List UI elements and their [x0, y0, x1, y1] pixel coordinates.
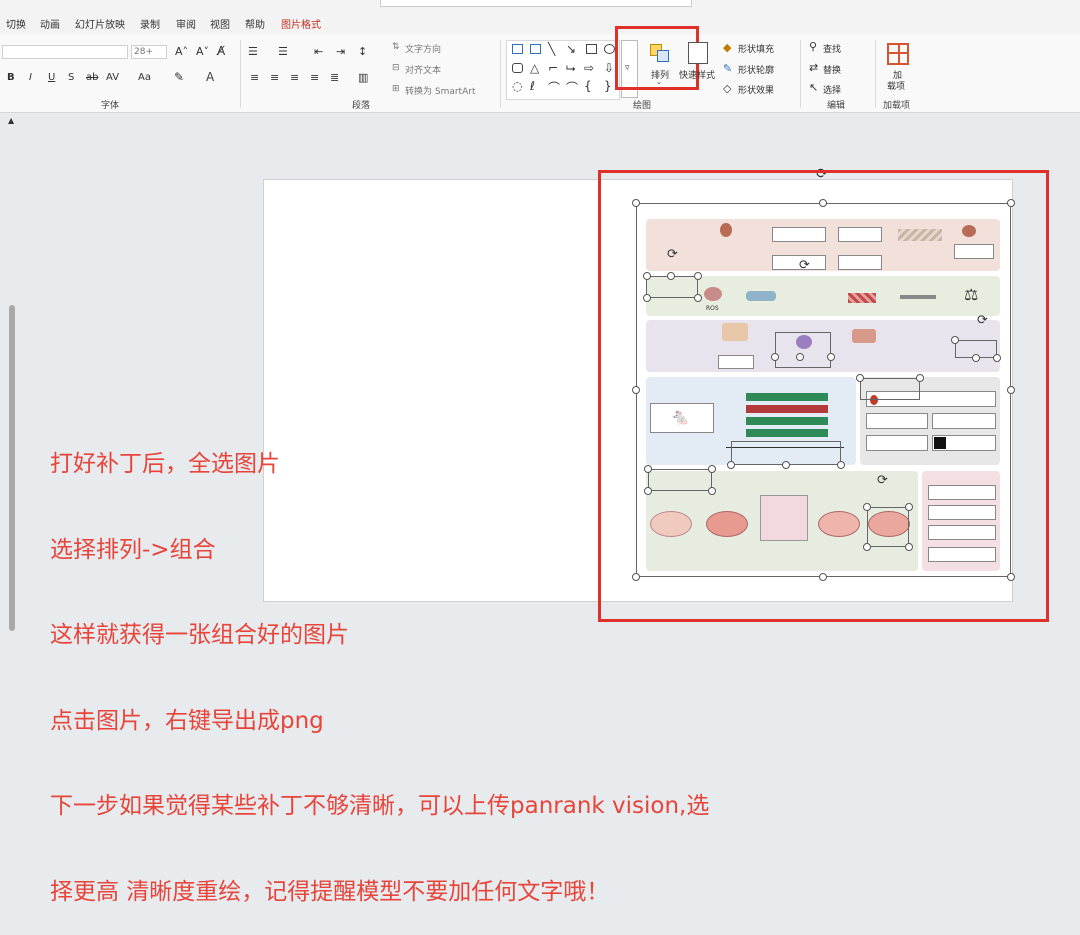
tab-slideshow[interactable]: 幻灯片放映 — [75, 16, 125, 31]
shape-outline-icon: ✎ — [723, 62, 733, 75]
scribble-shape-icon[interactable]: ℓ — [530, 79, 535, 93]
shape-fill-button[interactable]: 形状填充 — [738, 42, 774, 55]
tab-transitions[interactable]: 切换 — [6, 16, 26, 31]
font-group-label: 字体 — [101, 101, 120, 111]
tab-view[interactable]: 视图 — [210, 16, 230, 31]
select-button[interactable]: 选择 — [823, 83, 841, 96]
rectangle-shape-icon[interactable] — [586, 44, 597, 54]
right-brace-shape-icon[interactable]: } — [604, 79, 612, 93]
font-name-combobox[interactable] — [2, 45, 128, 59]
font-color-icon[interactable]: A — [206, 70, 214, 84]
char-spacing-button[interactable]: AV — [106, 72, 119, 83]
vertical-textbox-shape-icon[interactable] — [530, 44, 541, 54]
vertical-scrollbar[interactable] — [9, 305, 15, 631]
align-left-icon[interactable]: ≡ — [250, 71, 259, 84]
group-divider — [800, 40, 801, 108]
text-direction-icon: ⇅ — [392, 42, 400, 52]
addins-icon[interactable] — [887, 43, 909, 65]
distributed-icon[interactable]: ≣ — [330, 71, 339, 84]
oval-shape-icon[interactable] — [604, 44, 615, 54]
decrease-indent-icon[interactable]: ⇤ — [314, 45, 323, 58]
instruction-annotation: 打好补丁后，全选图片 选择排列->组合 这样就获得一张组合好的图片 点击图片，右… — [50, 393, 709, 935]
line-shape-icon[interactable]: ╲ — [548, 42, 555, 56]
line-spacing-icon[interactable]: ↕ — [358, 45, 367, 58]
triangle-shape-icon[interactable]: △ — [530, 61, 539, 75]
elbow-arrow-icon[interactable]: ⮡ — [566, 61, 576, 76]
arrow-line-shape-icon[interactable]: ↘ — [566, 42, 576, 56]
font-size-value: 28+ — [134, 47, 153, 57]
freeform-shape-icon[interactable]: ◌ — [512, 79, 522, 93]
find-button[interactable]: 查找 — [823, 42, 841, 55]
font-size-combobox[interactable]: 28+ — [131, 45, 167, 59]
shape-effects-button[interactable]: 形状效果 — [738, 83, 774, 96]
select-icon: ↖ — [809, 81, 819, 94]
align-text-icon: ⊟ — [392, 63, 400, 73]
shape-fill-icon: ◆ — [723, 41, 732, 54]
shadow-button[interactable]: S — [68, 72, 74, 83]
instruction-line: 择更高 清晰度重绘，记得提醒模型不要加任何文字哦！ — [50, 878, 610, 905]
increase-font-icon[interactable]: A˄ — [175, 45, 188, 58]
shapes-gallery[interactable] — [506, 40, 620, 100]
tab-record[interactable]: 录制 — [140, 16, 160, 31]
convert-smartart-button[interactable]: 转换为 SmartArt — [405, 84, 475, 97]
arc-shape-icon[interactable]: ⌒ — [566, 79, 578, 96]
instruction-line: 选择排列->组合 — [50, 536, 216, 563]
columns-icon[interactable]: ▥ — [358, 71, 368, 84]
drawing-group-label: 绘图 — [633, 101, 652, 111]
bullets-icon[interactable]: ☰ — [248, 45, 258, 58]
shape-effects-icon: ◇ — [723, 82, 732, 95]
replace-button[interactable]: 替换 — [823, 63, 841, 76]
tab-review[interactable]: 审阅 — [176, 16, 196, 31]
left-brace-shape-icon[interactable]: { — [584, 79, 592, 93]
tab-picture-format[interactable]: 图片格式 — [281, 16, 321, 31]
instruction-line: 点击图片，右键导出成png — [50, 707, 324, 734]
align-right-icon[interactable]: ≡ — [290, 71, 299, 84]
align-text-button[interactable]: 对齐文本 — [405, 63, 441, 76]
title-search-box[interactable] — [380, 0, 692, 7]
shape-outline-button[interactable]: 形状轮廓 — [738, 63, 774, 76]
instruction-line: 下一步如果觉得某些补丁不够清晰，可以上传panrank vision,选 — [50, 793, 710, 819]
addins-button-line2[interactable]: 载项 — [887, 79, 905, 92]
change-case-button[interactable]: Aa — [138, 72, 151, 83]
quick-styles-button[interactable]: 快速样式 — [679, 68, 715, 81]
group-divider — [875, 40, 876, 108]
decrease-font-icon[interactable]: A˅ — [196, 45, 209, 58]
editing-group-label: 编辑 — [827, 101, 846, 111]
tab-animations[interactable]: 动画 — [40, 16, 60, 31]
curve-shape-icon[interactable]: ⌒ — [548, 79, 560, 96]
align-center-icon[interactable]: ≡ — [270, 71, 279, 84]
instruction-line: 这样就获得一张组合好的图片 — [50, 622, 349, 648]
rounded-rect-shape-icon[interactable] — [512, 63, 523, 73]
elbow-connector-icon[interactable]: ⌐ — [548, 61, 558, 75]
text-direction-button[interactable]: 文字方向 — [405, 42, 441, 55]
strikethrough-button[interactable]: ab — [86, 72, 98, 83]
numbering-icon[interactable]: ☰ — [278, 45, 288, 58]
group-divider — [500, 40, 501, 108]
textbox-shape-icon[interactable] — [512, 44, 523, 54]
tab-help[interactable]: 帮助 — [245, 16, 265, 31]
replace-icon: ⇄ — [809, 61, 819, 74]
underline-button[interactable]: U — [48, 72, 55, 83]
smartart-icon: ⊞ — [392, 84, 400, 94]
italic-button[interactable]: I — [29, 72, 32, 83]
clear-format-icon[interactable]: A̸ — [217, 44, 225, 58]
instruction-line: 打好补丁后，全选图片 — [50, 451, 280, 477]
down-arrow-shape-icon[interactable]: ⇩ — [604, 61, 614, 75]
quick-styles-icon[interactable] — [688, 42, 708, 64]
paragraph-group-label: 段落 — [352, 101, 371, 111]
increase-indent-icon[interactable]: ⇥ — [336, 45, 345, 58]
highlight-color-icon[interactable]: ✎ — [174, 70, 184, 84]
addins-group-label: 加载项 — [883, 101, 911, 111]
group-divider — [240, 40, 241, 108]
right-arrow-shape-icon[interactable]: ⇨ — [584, 61, 594, 75]
find-icon: ⚲ — [809, 40, 818, 53]
scroll-up-arrow-icon[interactable]: ▲ — [8, 116, 14, 125]
justify-icon[interactable]: ≡ — [310, 71, 319, 84]
bold-button[interactable]: B — [7, 72, 15, 83]
